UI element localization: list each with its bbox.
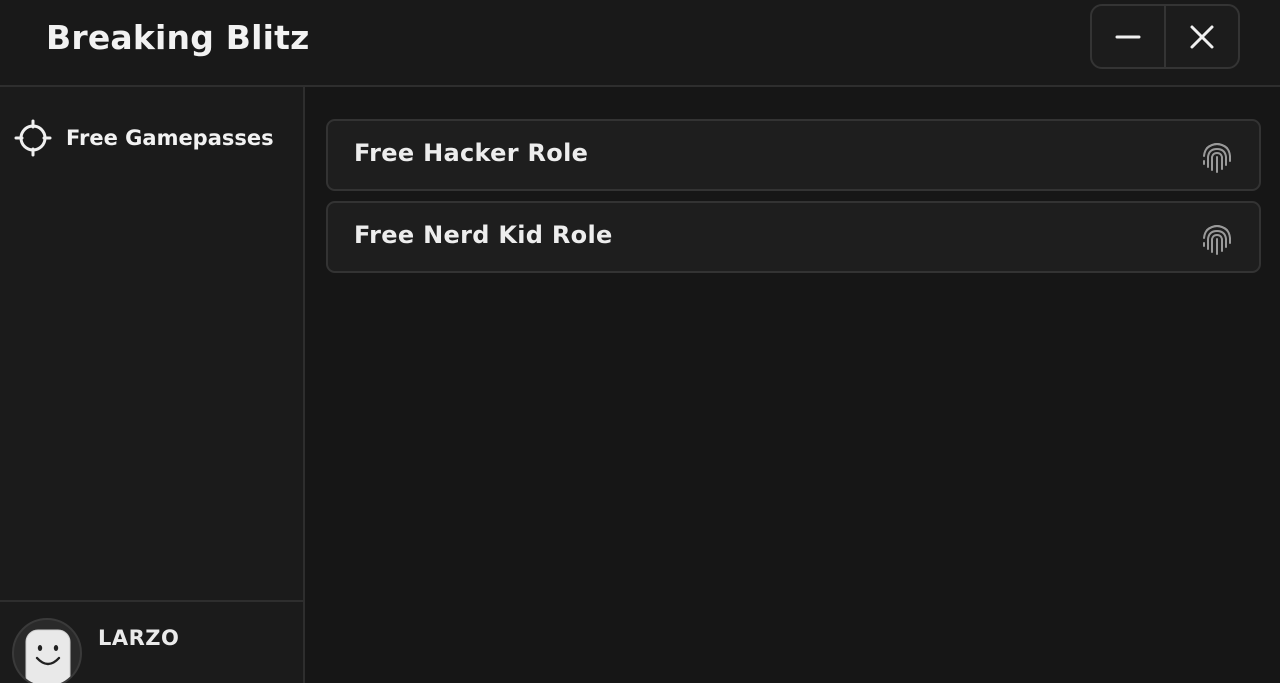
free-hacker-role-button[interactable]: Free Hacker Role — [326, 119, 1261, 191]
fingerprint-icon — [1203, 142, 1231, 173]
window-controls — [1090, 4, 1240, 69]
username: LARZO — [98, 626, 180, 650]
sidebar-item-free-gamepasses[interactable]: Free Gamepasses — [14, 119, 274, 157]
smiley-avatar-icon — [25, 629, 71, 683]
sidebar: Free Gamepasses LARZO — [0, 87, 305, 683]
avatar — [12, 618, 82, 683]
free-nerd-kid-role-button[interactable]: Free Nerd Kid Role — [326, 201, 1261, 273]
user-profile: LARZO — [0, 600, 303, 683]
minus-icon — [1115, 35, 1141, 38]
close-button[interactable] — [1164, 6, 1238, 67]
window-title: Breaking Blitz — [46, 18, 310, 57]
sidebar-item-label: Free Gamepasses — [66, 126, 274, 150]
minimize-button[interactable] — [1092, 6, 1164, 67]
close-icon — [1190, 25, 1214, 48]
button-label: Free Hacker Role — [354, 139, 589, 167]
fingerprint-icon — [1203, 224, 1231, 255]
button-label: Free Nerd Kid Role — [354, 221, 613, 249]
main-content: Free Hacker Role Free Nerd Kid Role — [305, 87, 1280, 683]
title-bar: Breaking Blitz — [0, 0, 1280, 87]
app-window: Breaking Blitz Free Gamepasses LARZO Fre… — [0, 0, 1280, 683]
crosshair-icon — [14, 119, 52, 157]
